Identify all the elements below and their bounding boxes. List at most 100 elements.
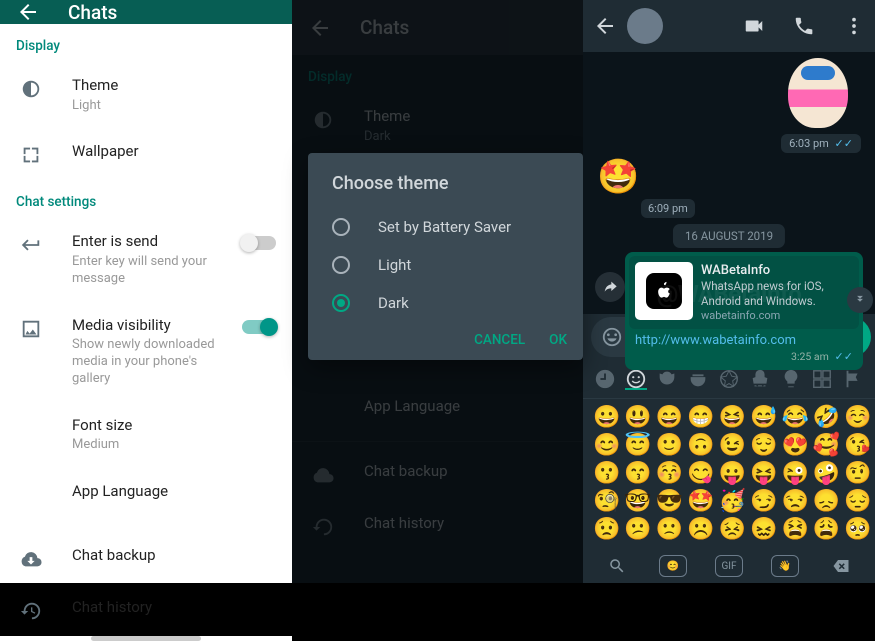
ok-button[interactable]: OK [549,332,567,348]
back-icon[interactable] [16,0,40,24]
theme-label: Theme [72,76,276,96]
app-lang-label: App Language [72,482,276,502]
settings-dark-panel: Chats Display Theme Dark Wallpaper App L… [292,0,583,583]
emoji-cell[interactable]: 🥰 [813,435,840,457]
emoji-cell[interactable]: 🙂 [656,435,683,457]
emoji-cell[interactable]: 🧐 [593,491,620,513]
emoji-cell[interactable]: 😙 [624,463,651,485]
emoji-cat-flags-icon[interactable] [842,368,864,390]
emoji-cell[interactable]: 😆 [719,407,746,429]
emoji-cat-objects-icon[interactable] [780,368,802,390]
emoji-cell[interactable]: 😁 [687,407,714,429]
backspace-icon[interactable] [827,555,855,577]
radio-icon [332,256,350,274]
emoji-cell[interactable]: 😞 [813,491,840,513]
emoji-cat-recent-icon[interactable] [594,368,616,390]
emoji-cell[interactable]: 🙁 [656,519,683,541]
setting-wallpaper[interactable]: Wallpaper [0,128,292,180]
setting-enter-send[interactable]: Enter is send Enter key will send your m… [0,218,292,301]
emoji-cell[interactable]: 😍 [781,435,808,457]
emoji-cell[interactable]: 😚 [656,463,683,485]
forward-button[interactable] [595,272,625,302]
enter-send-toggle[interactable] [242,236,276,250]
emoji-cell[interactable]: 😏 [750,491,777,513]
emoji-cell[interactable]: 😅 [750,407,777,429]
emoji-cell[interactable]: 😋 [687,463,714,485]
emoji-cell[interactable]: 😛 [719,463,746,485]
emoji-cell[interactable]: ☹️ [687,519,714,541]
radio-dark[interactable]: Dark [308,284,583,322]
emoji-cell[interactable]: 🥺 [844,519,871,541]
setting-media-visibility[interactable]: Media visibility Show newly downloaded m… [0,302,292,402]
emoji-cat-activity-icon[interactable] [718,368,740,390]
gif-tab[interactable]: GIF [715,555,743,577]
setting-theme[interactable]: Theme Light [0,62,292,128]
emoji-cell[interactable]: 😊 [593,435,620,457]
wallpaper-icon [20,144,42,166]
link-url[interactable]: http://www.wabetainfo.com [629,329,859,350]
emoji-cell[interactable]: 😂 [781,407,808,429]
emoji-cell[interactable]: 😕 [624,519,651,541]
outgoing-sticker[interactable]: 6:03 pm ✓✓ [781,58,861,153]
emoji-cell[interactable]: 😉 [719,435,746,457]
media-vis-label: Media visibility [72,316,234,336]
emoji-cell[interactable]: 🤓 [624,491,651,513]
emoji-cell[interactable]: 😌 [750,435,777,457]
emoji-cell[interactable]: 😜 [781,463,808,485]
cancel-button[interactable]: CANCEL [474,332,525,348]
emoji-cell[interactable]: 🤨 [844,463,871,485]
emoji-cell[interactable]: 😖 [750,519,777,541]
setting-chat-history[interactable]: Chat history [0,584,292,636]
emoji-cell[interactable]: 😝 [750,463,777,485]
emoji-cell[interactable]: 😇 [624,435,651,457]
emoji-cat-travel-icon[interactable] [749,368,771,390]
emoji-cell[interactable]: 🥳 [719,491,746,513]
blank-icon [20,418,42,440]
enter-send-label: Enter is send [72,232,234,252]
emoji-cat-food-icon[interactable] [687,368,709,390]
scroll-to-bottom-button[interactable] [847,287,873,313]
back-icon[interactable] [593,14,617,38]
radio-light[interactable]: Light [308,246,583,284]
setting-app-language[interactable]: App Language [0,468,292,520]
emoji-cell[interactable]: 😣 [719,519,746,541]
emoji-cat-smileys-icon[interactable] [625,368,647,390]
message-list[interactable]: 6:03 pm ✓✓ 🤩 6:09 pm 16 AUGUST 2019 WABe… [583,52,875,314]
emoji-tab[interactable]: 😊 [659,555,687,577]
radio-battery-saver[interactable]: Set by Battery Saver [308,208,583,246]
voice-call-icon[interactable] [793,15,815,37]
emoji-cell[interactable]: 🤩 [687,491,714,513]
media-vis-toggle[interactable] [242,320,276,334]
emoji-cell[interactable]: 😟 [593,519,620,541]
emoji-cell[interactable]: 😀 [593,407,620,429]
emoji-cell[interactable]: ☺️ [844,407,871,429]
emoji-cell[interactable]: 😘 [844,435,871,457]
emoji-picker-icon[interactable] [601,326,623,348]
avatar[interactable] [627,8,663,44]
sticker-tab[interactable]: 👋 [771,555,799,577]
setting-chat-backup[interactable]: Chat backup [0,532,292,584]
setting-font-size[interactable]: Font size Medium [0,402,292,468]
emoji-cell[interactable]: 🤪 [813,463,840,485]
theme-value: Light [72,98,276,115]
emoji-cell[interactable]: 😄 [656,407,683,429]
outgoing-link-card[interactable]: WABetaInfo WhatsApp news for iOS, Androi… [625,252,863,370]
search-icon[interactable] [603,555,631,577]
incoming-emoji[interactable]: 🤩 6:09 pm [597,157,695,218]
radio-label: Light [378,256,411,274]
emoji-cat-animals-icon[interactable] [656,368,678,390]
video-call-icon[interactable] [743,15,765,37]
emoji-cell[interactable]: 😫 [781,519,808,541]
emoji-cell[interactable]: 🤣 [813,407,840,429]
emoji-cell[interactable]: 😎 [656,491,683,513]
more-icon[interactable] [843,15,865,37]
emoji-cell[interactable]: 🙃 [687,435,714,457]
radio-icon [332,218,350,236]
emoji-cell[interactable]: 😗 [593,463,620,485]
emoji-cell[interactable]: 😒 [781,491,808,513]
emoji-cell[interactable]: 😩 [813,519,840,541]
emoji-cell[interactable]: 😔 [844,491,871,513]
font-size-label: Font size [72,416,276,436]
emoji-cell[interactable]: 😃 [624,407,651,429]
emoji-cat-symbols-icon[interactable] [811,368,833,390]
